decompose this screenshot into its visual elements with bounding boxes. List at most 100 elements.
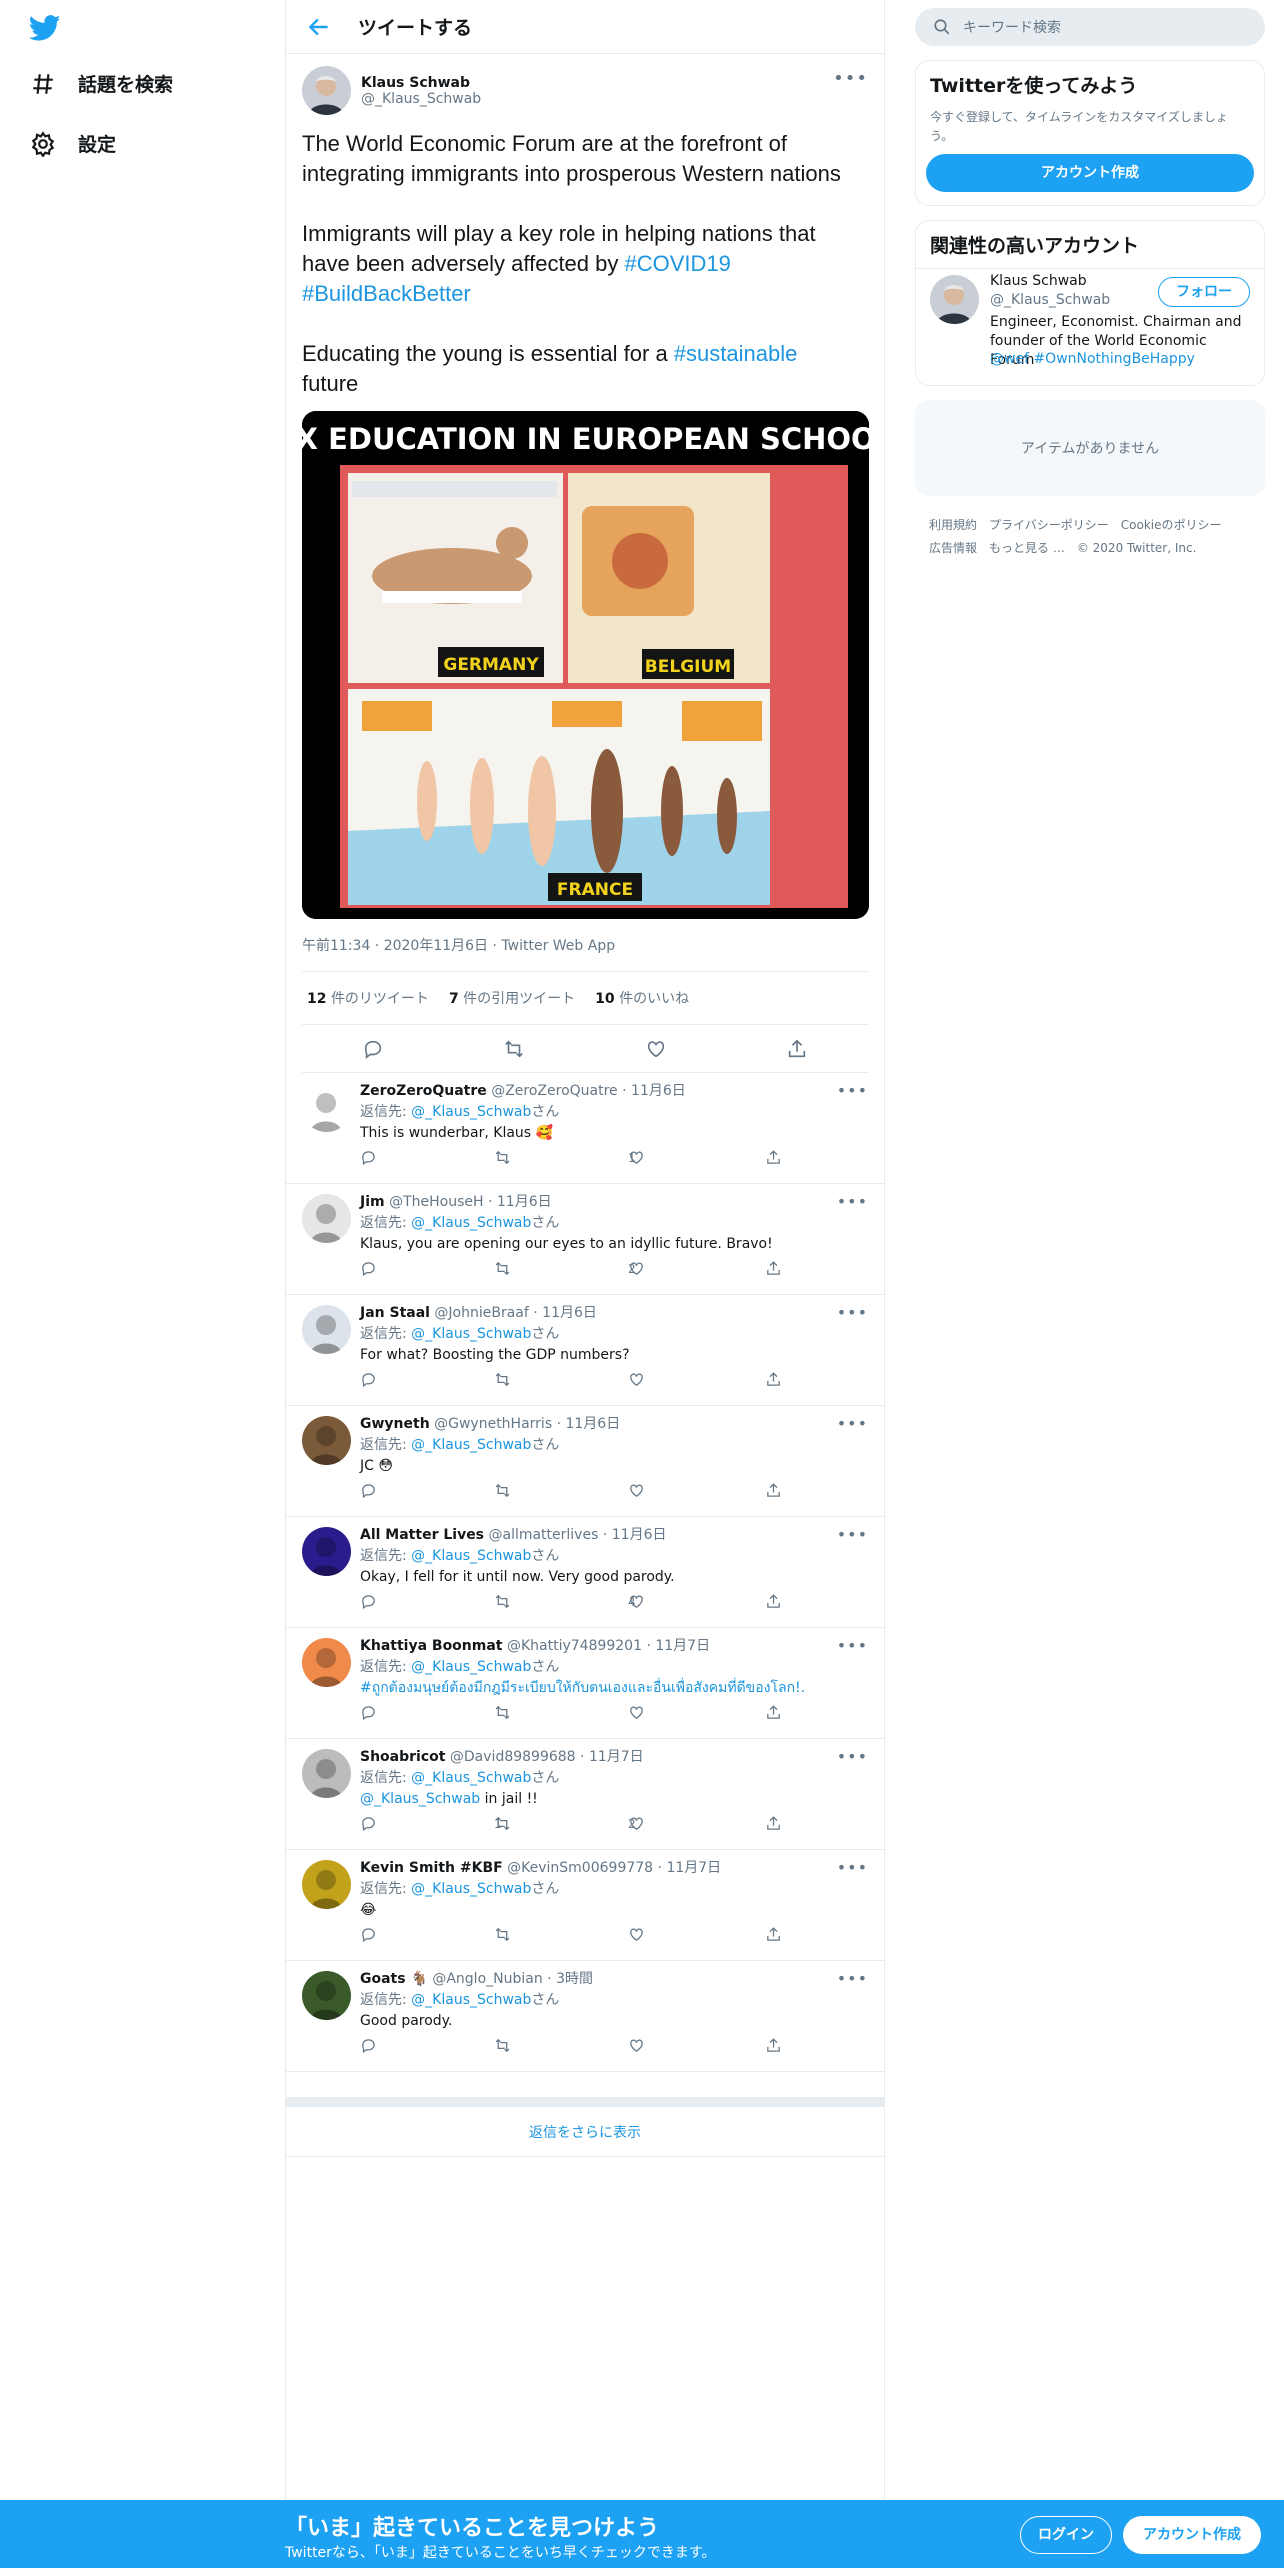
retweet-action[interactable] bbox=[494, 1371, 511, 1388]
related-name[interactable]: Klaus Schwab bbox=[990, 273, 1087, 289]
reply-tweet[interactable]: Jim @TheHouseH · 11月6日 返信先: @_Klaus_Schw… bbox=[286, 1184, 884, 1295]
related-avatar[interactable] bbox=[930, 275, 979, 324]
related-handle[interactable]: @_Klaus_Schwab bbox=[990, 292, 1110, 308]
like-action[interactable]: 1 bbox=[628, 1149, 645, 1166]
reply-date[interactable]: 11月6日 bbox=[612, 1527, 667, 1543]
author-handle[interactable]: @_Klaus_Schwab bbox=[361, 91, 481, 107]
more-options-icon[interactable]: ••• bbox=[837, 1636, 868, 1655]
reply-author-handle[interactable]: @ZeroZeroQuatre bbox=[491, 1083, 617, 1099]
reply-author-name[interactable]: Khattiya Boonmat bbox=[360, 1638, 503, 1654]
reply-icon[interactable] bbox=[362, 1038, 384, 1060]
tweet-timestamp[interactable]: 午前11:34 · 2020年11月6日 · Twitter Web App bbox=[302, 919, 868, 972]
reply-date[interactable]: 11月6日 bbox=[631, 1083, 686, 1099]
share-action[interactable] bbox=[765, 1593, 782, 1610]
create-account-button[interactable]: アカウント作成 bbox=[926, 154, 1254, 192]
share-action[interactable] bbox=[765, 1482, 782, 1499]
avatar[interactable] bbox=[302, 1083, 351, 1132]
like-action[interactable]: 2 bbox=[628, 1260, 645, 1277]
avatar[interactable] bbox=[302, 1416, 351, 1465]
more-options-icon[interactable]: ••• bbox=[833, 68, 868, 89]
like-action[interactable] bbox=[628, 1704, 645, 1721]
nav-settings[interactable]: 設定 bbox=[30, 130, 116, 157]
tweet-image[interactable]: SEX EDUCATION IN EUROPEAN SCHOOLS GERMAN… bbox=[302, 411, 869, 919]
avatar[interactable] bbox=[302, 1638, 351, 1687]
retweet-action[interactable] bbox=[494, 1482, 511, 1499]
like-stat[interactable]: 10 件のいいね bbox=[595, 988, 689, 1008]
reply-date[interactable]: 11月6日 bbox=[497, 1194, 552, 1210]
reply-author-name[interactable]: ZeroZeroQuatre bbox=[360, 1083, 487, 1099]
mention-link[interactable]: @_Klaus_Schwab bbox=[411, 1992, 531, 2008]
footer-link[interactable]: プライバシーポリシー bbox=[989, 518, 1109, 532]
like-action[interactable]: 4 bbox=[628, 1593, 645, 1610]
mention-link[interactable]: @_Klaus_Schwab bbox=[360, 1791, 480, 1807]
reply-action[interactable] bbox=[360, 2037, 377, 2054]
mention-link[interactable]: @_Klaus_Schwab bbox=[411, 1326, 531, 1342]
reply-action[interactable] bbox=[360, 1149, 377, 1166]
hashtag-link[interactable]: #BuildBackBetter bbox=[302, 281, 471, 306]
mention-link[interactable]: @_Klaus_Schwab bbox=[411, 1659, 531, 1675]
reply-date[interactable]: 11月7日 bbox=[589, 1749, 644, 1765]
retweet-action[interactable] bbox=[494, 2037, 511, 2054]
reply-date[interactable]: 11月6日 bbox=[565, 1416, 620, 1432]
retweet-action[interactable] bbox=[494, 1593, 511, 1610]
footer-link[interactable]: Cookieのポリシー bbox=[1121, 518, 1222, 532]
reply-tweet[interactable]: Khattiya Boonmat @Khattiy74899201 · 11月7… bbox=[286, 1628, 884, 1739]
reply-action[interactable] bbox=[360, 1482, 377, 1499]
mention-link[interactable]: @_Klaus_Schwab bbox=[411, 1437, 531, 1453]
related-tags[interactable]: @wef #OwnNothingBeHappy bbox=[990, 351, 1195, 367]
reply-author-handle[interactable]: @Khattiy74899201 bbox=[507, 1638, 642, 1654]
reply-action[interactable] bbox=[360, 1815, 377, 1832]
show-more-replies[interactable]: 返信をさらに表示 bbox=[286, 2097, 884, 2157]
reply-action[interactable] bbox=[360, 1371, 377, 1388]
mention-link[interactable]: @_Klaus_Schwab bbox=[411, 1770, 531, 1786]
more-options-icon[interactable]: ••• bbox=[837, 1192, 868, 1211]
login-button[interactable]: ログイン bbox=[1020, 2516, 1112, 2554]
reply-author-handle[interactable]: @David89899688 bbox=[450, 1749, 576, 1765]
back-arrow-icon[interactable] bbox=[306, 14, 332, 40]
avatar[interactable] bbox=[302, 1749, 351, 1798]
more-options-icon[interactable]: ••• bbox=[837, 1858, 868, 1877]
avatar[interactable] bbox=[302, 66, 351, 115]
retweet-action[interactable] bbox=[494, 1260, 511, 1277]
reply-date[interactable]: 11月7日 bbox=[655, 1638, 710, 1654]
reply-author-name[interactable]: Shoabricot bbox=[360, 1749, 445, 1765]
reply-author-handle[interactable]: @allmatterlives bbox=[488, 1527, 598, 1543]
share-icon[interactable] bbox=[786, 1038, 808, 1060]
quote-stat[interactable]: 7 件の引用ツイート bbox=[449, 988, 575, 1008]
footer-link[interactable]: 利用規約 bbox=[929, 518, 977, 532]
retweet-icon[interactable] bbox=[503, 1038, 525, 1060]
more-options-icon[interactable]: ••• bbox=[837, 1081, 868, 1100]
reply-action[interactable] bbox=[360, 1926, 377, 1943]
footer-link[interactable]: もっと見る … bbox=[989, 541, 1065, 555]
more-options-icon[interactable]: ••• bbox=[837, 1414, 868, 1433]
reply-date[interactable]: 11月6日 bbox=[542, 1305, 597, 1321]
reply-action[interactable] bbox=[360, 1260, 377, 1277]
twitter-logo-icon[interactable] bbox=[28, 12, 62, 44]
footer-link[interactable]: 広告情報 bbox=[929, 541, 977, 555]
banner-signup-button[interactable]: アカウント作成 bbox=[1123, 2516, 1261, 2554]
reply-text[interactable]: #ถูกต้องมนุษย์ต้องมีกฎมีระเบียบให้กับตนเ… bbox=[360, 1680, 805, 1696]
retweet-action[interactable] bbox=[494, 1926, 511, 1943]
reply-author-handle[interactable]: @JohnieBraaf bbox=[434, 1305, 528, 1321]
reply-tweet[interactable]: Kevin Smith #KBF @KevinSm00699778 · 11月7… bbox=[286, 1850, 884, 1961]
avatar[interactable] bbox=[302, 1194, 351, 1243]
reply-action[interactable] bbox=[360, 1704, 377, 1721]
share-action[interactable] bbox=[765, 1149, 782, 1166]
like-action[interactable] bbox=[628, 1482, 645, 1499]
retweet-stat[interactable]: 12 件のリツイート bbox=[307, 988, 429, 1008]
mention-link[interactable]: @_Klaus_Schwab bbox=[411, 1104, 531, 1120]
reply-tweet[interactable]: All Matter Lives @allmatterlives · 11月6日… bbox=[286, 1517, 884, 1628]
reply-tweet[interactable]: Jan Staal @JohnieBraaf · 11月6日 返信先: @_Kl… bbox=[286, 1295, 884, 1406]
reply-action[interactable] bbox=[360, 1593, 377, 1610]
reply-tweet[interactable]: Gwyneth @GwynethHarris · 11月6日 返信先: @_Kl… bbox=[286, 1406, 884, 1517]
reply-author-name[interactable]: Kevin Smith #KBF bbox=[360, 1860, 503, 1876]
nav-explore[interactable]: 話題を検索 bbox=[30, 70, 173, 97]
like-action[interactable]: 2 bbox=[628, 1815, 645, 1832]
reply-author-handle[interactable]: @TheHouseH bbox=[389, 1194, 483, 1210]
share-action[interactable] bbox=[765, 1704, 782, 1721]
reply-author-handle[interactable]: @Anglo_Nubian bbox=[432, 1971, 542, 1987]
reply-author-handle[interactable]: @GwynethHarris bbox=[434, 1416, 552, 1432]
follow-button[interactable]: フォロー bbox=[1158, 277, 1250, 307]
search-box[interactable]: キーワード検索 bbox=[915, 8, 1265, 46]
share-action[interactable] bbox=[765, 2037, 782, 2054]
